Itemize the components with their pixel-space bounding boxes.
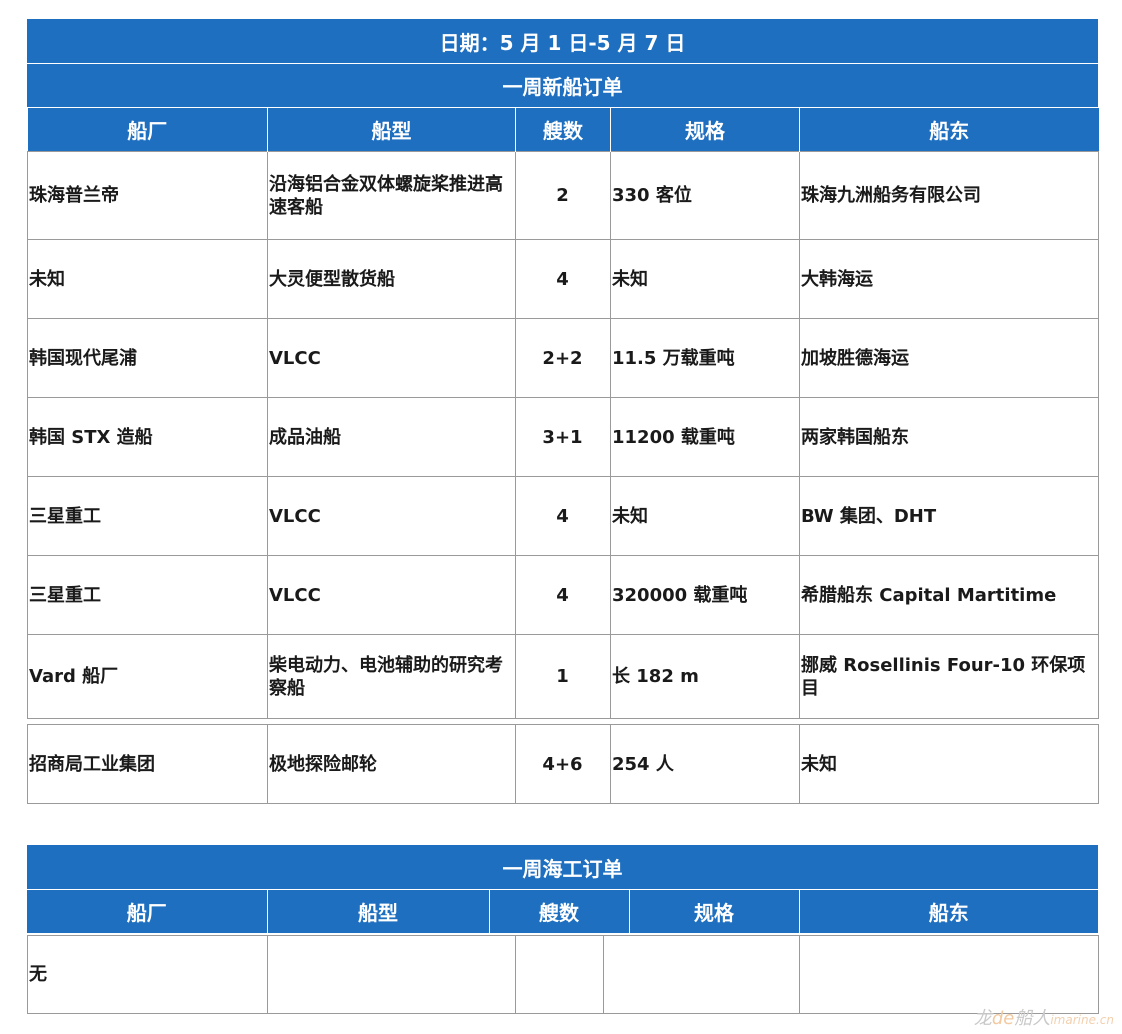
table-header-row: 船厂 船型 艘数 规格 船东 (27, 890, 1098, 933)
cell-owner: 未知 (799, 724, 1099, 804)
cell-type: VLCC (267, 318, 516, 398)
header-count: 艘数 (515, 108, 611, 152)
cell-spec: 11200 载重吨 (610, 397, 800, 477)
cell-spec: 未知 (610, 239, 800, 319)
header-type: 船型 (267, 108, 516, 152)
cell-yard: 三星重工 (27, 555, 268, 635)
cell-type: VLCC (267, 476, 516, 556)
offshore-orders-title: 一周海工订单 (27, 845, 1098, 890)
cell-spec: 未知 (610, 476, 800, 556)
watermark-text-c: 船人 (1014, 1008, 1051, 1029)
cell-count: 4 (515, 555, 611, 635)
cell-spec: 320000 载重吨 (610, 555, 800, 635)
cell-owner: 大韩海运 (799, 239, 1099, 319)
header-spec: 规格 (610, 108, 800, 152)
new-ship-orders-section: 日期：5 月 1 日-5 月 7 日 一周新船订单 船厂 船型 艘数 规格 船东… (27, 19, 1099, 804)
cell-spec: 11.5 万载重吨 (610, 318, 800, 398)
date-banner: 日期：5 月 1 日-5 月 7 日 (27, 19, 1098, 64)
cell-owner: 挪威 Rosellinis Four-10 环保项目 (799, 634, 1099, 719)
table-row: 韩国 STX 造船 成品油船 3+1 11200 载重吨 两家韩国船东 (27, 397, 1099, 477)
offshore-orders-header-table: 船厂 船型 艘数 规格 船东 (27, 890, 1098, 933)
cell-type: VLCC (267, 555, 516, 635)
header-owner: 船东 (799, 108, 1099, 152)
header-yard: 船厂 (27, 108, 268, 152)
cell-yard: Vard 船厂 (27, 634, 268, 719)
cell-count: 3+1 (515, 397, 611, 477)
table-row: 未知 大灵便型散货船 4 未知 大韩海运 (27, 239, 1099, 319)
offshore-orders-table: 无 (27, 935, 1099, 1014)
cell-owner (799, 935, 1099, 1014)
header-type: 船型 (267, 890, 490, 933)
cell-count: 4 (515, 239, 611, 319)
cell-count: 1 (515, 634, 611, 719)
cell-spec: 长 182 m (610, 634, 800, 719)
cell-count: 4 (515, 476, 611, 556)
cell-count: 2+2 (515, 318, 611, 398)
table-header-row: 船厂 船型 艘数 规格 船东 (27, 108, 1099, 152)
cell-type: 成品油船 (267, 397, 516, 477)
site-watermark: 龙de船人imarine.cn (974, 1004, 1114, 1030)
cell-count: 4+6 (515, 724, 611, 804)
cell-spec: 330 客位 (610, 151, 800, 240)
cell-owner: 珠海九洲船务有限公司 (799, 151, 1099, 240)
cell-count: 2 (515, 151, 611, 240)
watermark-domain: imarine.cn (1050, 1013, 1114, 1027)
cell-type (267, 935, 516, 1014)
watermark-text-b: de (991, 1008, 1015, 1029)
table-row: 无 (27, 935, 1099, 1014)
table-row: 珠海普兰帝 沿海铝合金双体螺旋桨推进高速客船 2 330 客位 珠海九洲船务有限… (27, 151, 1099, 240)
offshore-orders-section: 一周海工订单 船厂 船型 艘数 规格 船东 无 (27, 845, 1099, 1014)
new-ship-orders-table-continued: 招商局工业集团 极地探险邮轮 4+6 254 人 未知 (27, 724, 1099, 804)
cell-yard: 三星重工 (27, 476, 268, 556)
table-row: 韩国现代尾浦 VLCC 2+2 11.5 万载重吨 加坡胜德海运 (27, 318, 1099, 398)
new-ship-orders-title: 一周新船订单 (27, 64, 1098, 108)
watermark-text-a: 龙 (973, 1008, 992, 1029)
cell-type: 大灵便型散货船 (267, 239, 516, 319)
header-spec: 规格 (629, 890, 800, 933)
table-row: 三星重工 VLCC 4 未知 BW 集团、DHT (27, 476, 1099, 556)
cell-spec: 254 人 (610, 724, 800, 804)
cell-type: 柴电动力、电池辅助的研究考察船 (267, 634, 516, 719)
cell-owner: BW 集团、DHT (799, 476, 1099, 556)
table-row: Vard 船厂 柴电动力、电池辅助的研究考察船 1 长 182 m 挪威 Ros… (27, 634, 1099, 719)
cell-type: 沿海铝合金双体螺旋桨推进高速客船 (267, 151, 516, 240)
cell-owner: 希腊船东 Capital Martitime (799, 555, 1099, 635)
header-yard: 船厂 (27, 890, 268, 933)
cell-yard: 韩国现代尾浦 (27, 318, 268, 398)
header-owner: 船东 (799, 890, 1098, 933)
cell-yard: 招商局工业集团 (27, 724, 268, 804)
cell-owner: 两家韩国船东 (799, 397, 1099, 477)
cell-type: 极地探险邮轮 (267, 724, 516, 804)
cell-yard: 未知 (27, 239, 268, 319)
cell-yard: 珠海普兰帝 (27, 151, 268, 240)
new-ship-orders-table: 船厂 船型 艘数 规格 船东 珠海普兰帝 沿海铝合金双体螺旋桨推进高速客船 2 … (27, 108, 1099, 719)
cell-count (515, 935, 604, 1014)
cell-yard: 韩国 STX 造船 (27, 397, 268, 477)
table-row: 招商局工业集团 极地探险邮轮 4+6 254 人 未知 (27, 724, 1099, 804)
header-count: 艘数 (489, 890, 630, 933)
cell-yard: 无 (27, 935, 268, 1014)
cell-owner: 加坡胜德海运 (799, 318, 1099, 398)
table-row: 三星重工 VLCC 4 320000 载重吨 希腊船东 Capital Mart… (27, 555, 1099, 635)
cell-spec (603, 935, 800, 1014)
